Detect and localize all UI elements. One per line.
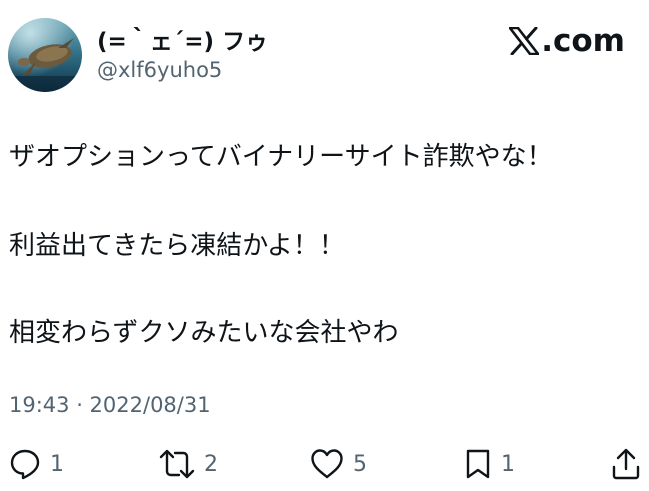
share-icon bbox=[612, 448, 640, 480]
tweet-timestamp[interactable]: 19:43 · 2022/08/31 bbox=[9, 393, 211, 417]
like-button[interactable]: 5 bbox=[309, 444, 367, 484]
retweet-icon bbox=[159, 449, 195, 479]
avatar-image bbox=[8, 18, 82, 92]
display-name[interactable]: (=｀ェ´=) フゥ bbox=[97, 22, 268, 56]
like-count: 5 bbox=[353, 451, 367, 477]
retweet-button[interactable]: 2 bbox=[158, 444, 218, 484]
retweet-count: 2 bbox=[204, 451, 218, 477]
tweet-text-line-3: 相変わらずクソみたいな会社やわ bbox=[9, 318, 399, 348]
bookmark-button[interactable]: 1 bbox=[463, 444, 515, 484]
user-handle[interactable]: @xlf6yuho5 bbox=[97, 58, 222, 82]
brand-text: .com bbox=[541, 23, 625, 59]
x-logo-icon bbox=[509, 27, 540, 55]
reply-count: 1 bbox=[50, 451, 64, 477]
tweet-text-line-2: 利益出てきたら凍結かよ！！ bbox=[9, 231, 345, 261]
bookmark-count: 1 bbox=[501, 451, 515, 477]
avatar[interactable] bbox=[8, 18, 82, 92]
reply-button[interactable]: 1 bbox=[8, 444, 64, 484]
tweet-card: (=｀ェ´=) フゥ @xlf6yuho5 .com ザオプションってバイナリー… bbox=[0, 0, 649, 491]
reply-icon bbox=[10, 449, 40, 480]
bookmark-icon bbox=[466, 449, 490, 479]
tweet-text-line-1: ザオプションってバイナリーサイト詐欺やな！ bbox=[9, 142, 553, 172]
brand-logo: .com bbox=[509, 22, 625, 60]
heart-icon bbox=[311, 449, 343, 479]
share-button[interactable] bbox=[610, 444, 642, 484]
